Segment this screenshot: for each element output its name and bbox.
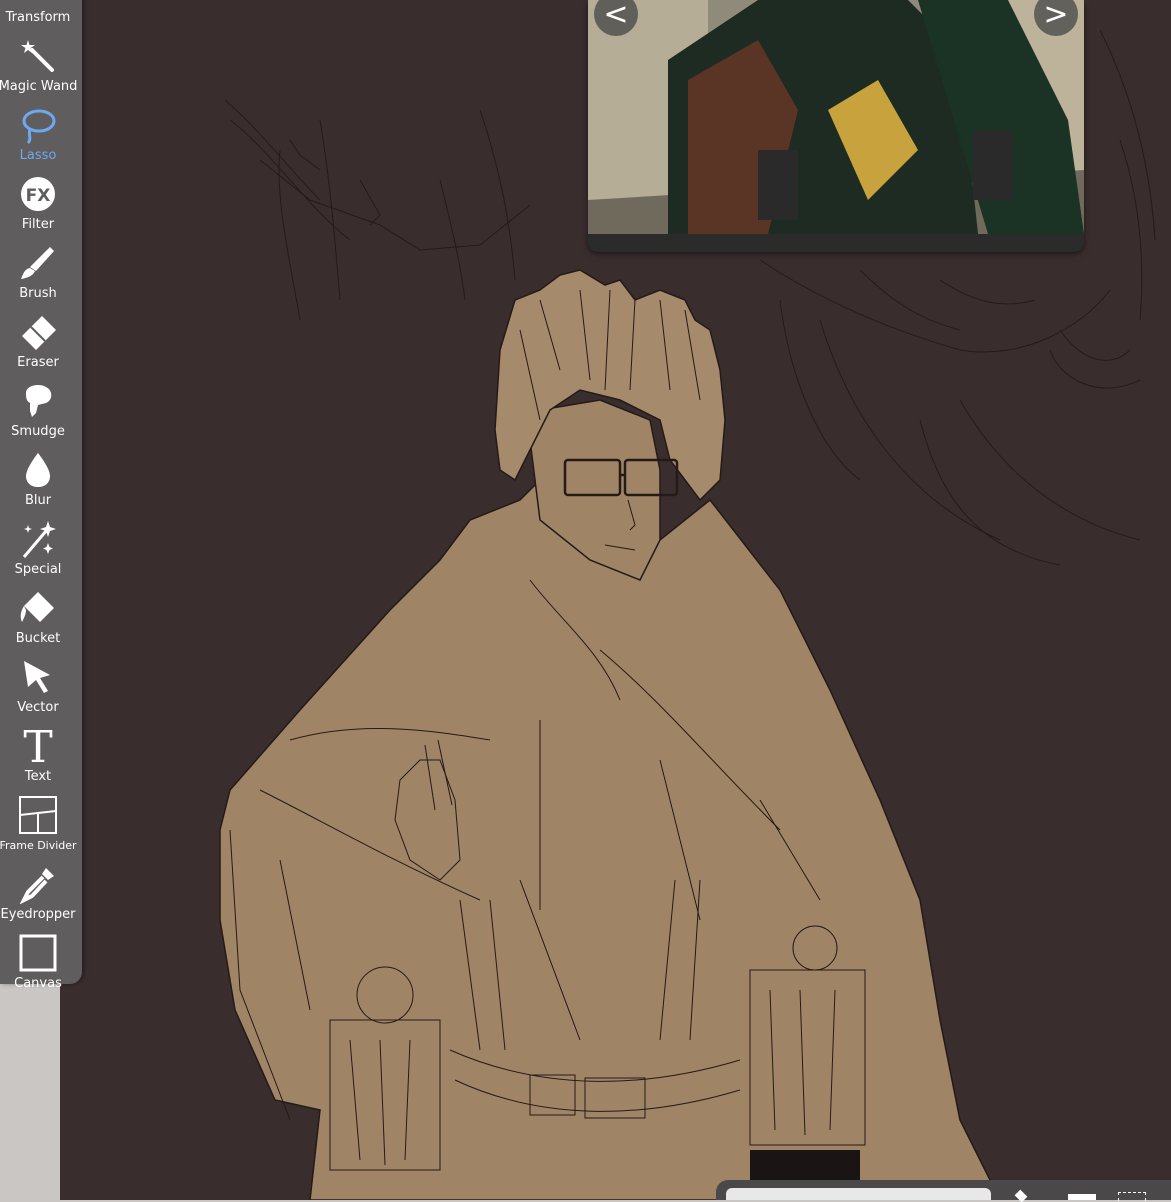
smudge-icon [16, 379, 60, 423]
reference-image [588, 0, 1084, 252]
tool-label: Eyedropper [0, 907, 76, 922]
tool-label: Special [14, 562, 62, 577]
tool-canvas[interactable]: Canvas [0, 931, 76, 1000]
eyedropper-icon [16, 862, 60, 906]
layer-thumbnail-strip[interactable] [726, 1188, 991, 1200]
text-icon: T [16, 724, 60, 768]
tool-brush[interactable]: Brush [0, 241, 76, 310]
tool-eraser[interactable]: Eraser [0, 310, 76, 379]
svg-text:T: T [23, 724, 52, 768]
bucket-icon [16, 586, 60, 630]
tool-bucket[interactable]: Bucket [0, 586, 76, 655]
fx-icon: FX [16, 172, 60, 216]
svg-text:FX: FX [26, 186, 51, 206]
layers-icon[interactable] [1068, 1194, 1096, 1200]
frame-divider-icon [16, 793, 60, 837]
pen-icon[interactable] [1014, 1189, 1028, 1202]
tool-magic-wand[interactable]: Magic Wand [0, 34, 78, 103]
tool-label: Transform [5, 10, 71, 25]
tool-smudge[interactable]: Smudge [0, 379, 76, 448]
tool-text[interactable]: T Text [0, 724, 76, 793]
tool-label: Brush [19, 286, 57, 301]
tool-label: Eraser [17, 355, 59, 370]
blur-icon [16, 448, 60, 492]
tool-label: Magic Wand [0, 79, 78, 94]
tool-label: Frame Divider [0, 839, 77, 852]
tool-transform[interactable]: Transform [0, 0, 76, 34]
tool-label: Bucket [15, 631, 61, 646]
tool-special[interactable]: Special [0, 517, 76, 586]
tool-blur[interactable]: Blur [0, 448, 76, 517]
cursor-icon [16, 655, 60, 699]
tool-label: Text [24, 769, 52, 784]
sparkle-icon [16, 517, 60, 561]
magic-wand-icon [16, 34, 60, 78]
canvas-icon [16, 931, 60, 975]
tool-label: Vector [17, 700, 59, 715]
tool-label: Blur [24, 493, 52, 508]
tool-vector[interactable]: Vector [0, 655, 76, 724]
brush-icon [16, 241, 60, 285]
bottom-toolbar[interactable] [716, 1180, 1171, 1202]
prev-label: < [603, 0, 629, 32]
tool-eyedropper[interactable]: Eyedropper [0, 862, 76, 931]
transform-icon [16, 0, 60, 9]
reference-image-panel[interactable]: < > [588, 0, 1084, 252]
tool-label: Canvas [14, 976, 62, 991]
tool-label: Lasso [19, 148, 57, 163]
tool-lasso[interactable]: Lasso [0, 103, 76, 172]
tool-frame-divider[interactable]: Frame Divider [0, 793, 77, 862]
tool-label: Smudge [11, 424, 65, 439]
character-figure [219, 269, 1001, 1200]
tool-filter[interactable]: FX Filter [0, 172, 76, 241]
lasso-icon [16, 103, 60, 147]
next-label: > [1043, 0, 1069, 32]
eraser-icon [16, 310, 60, 354]
tool-label: Filter [21, 217, 55, 232]
